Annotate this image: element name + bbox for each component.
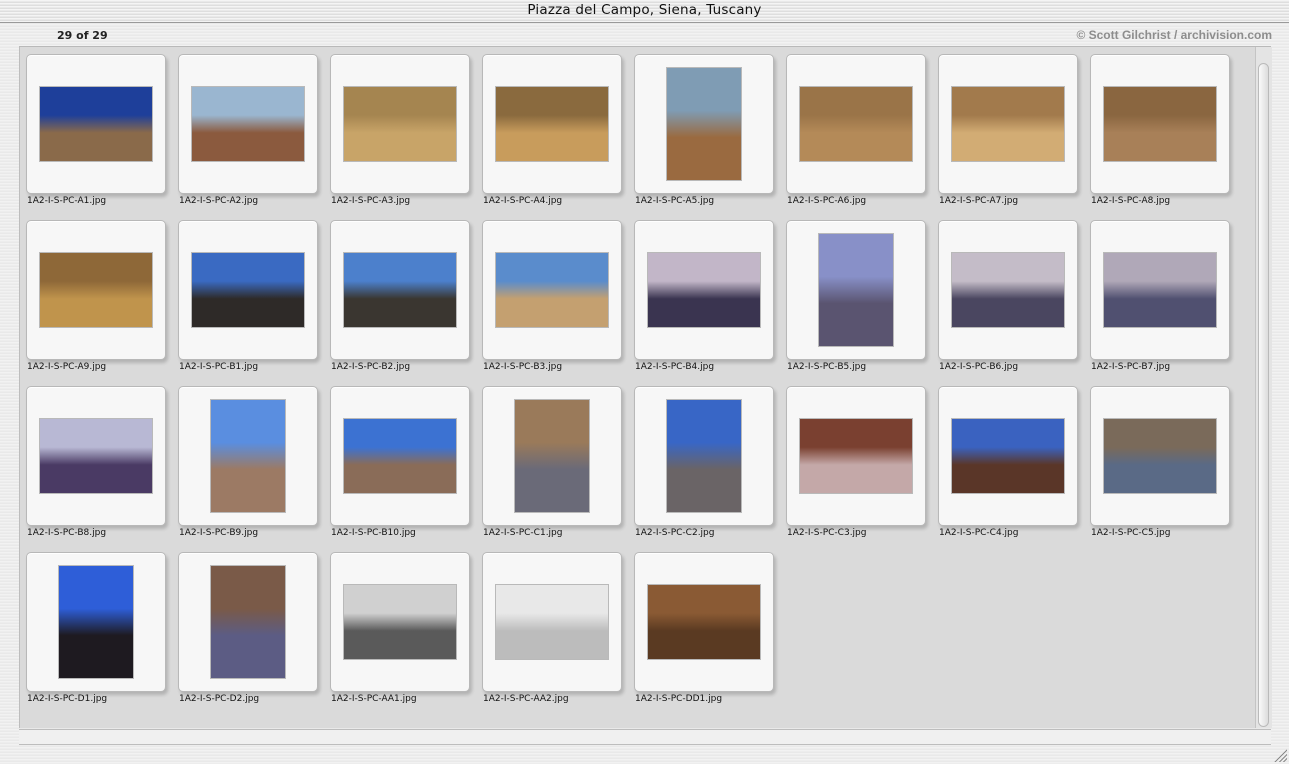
thumbnail-filename: 1A2-I-S-PC-A4.jpg xyxy=(483,196,563,206)
thumbnail-tile[interactable] xyxy=(178,54,318,194)
thumbnail-image[interactable] xyxy=(344,87,456,161)
thumbnail-tile[interactable] xyxy=(786,220,926,360)
thumbnail-tile[interactable] xyxy=(634,386,774,526)
thumbnail-filename: 1A2-I-S-PC-C2.jpg xyxy=(635,528,715,538)
scrollbar-thumb[interactable] xyxy=(1258,63,1269,727)
thumbnail-tile[interactable] xyxy=(26,386,166,526)
thumbnail-tile[interactable] xyxy=(938,386,1078,526)
thumbnail-filename: 1A2-I-S-PC-A5.jpg xyxy=(635,196,715,206)
thumbnail-image[interactable] xyxy=(211,566,285,678)
thumbnail-tile[interactable] xyxy=(786,386,926,526)
thumbnail-image[interactable] xyxy=(800,419,912,493)
thumbnail-image[interactable] xyxy=(648,585,760,659)
thumbnail-image[interactable] xyxy=(496,87,608,161)
thumbnail-tile[interactable] xyxy=(634,220,774,360)
thumbnail-image[interactable] xyxy=(800,87,912,161)
thumbnail-filename: 1A2-I-S-PC-B1.jpg xyxy=(179,362,259,372)
image-count: 29 of 29 xyxy=(57,29,108,42)
thumbnail-filename: 1A2-I-S-PC-DD1.jpg xyxy=(635,694,723,704)
thumbnail-filename: 1A2-I-S-PC-AA2.jpg xyxy=(483,694,569,704)
thumbnail-filename: 1A2-I-S-PC-A9.jpg xyxy=(27,362,107,372)
thumbnail-image[interactable] xyxy=(648,253,760,327)
thumbnail-filename: 1A2-I-S-PC-A2.jpg xyxy=(179,196,259,206)
title-bar[interactable]: Piazza del Campo, Siena, Tuscany xyxy=(0,0,1289,23)
thumbnail-tile[interactable] xyxy=(634,552,774,692)
thumbnail-tile[interactable] xyxy=(1090,386,1230,526)
thumbnail-image[interactable] xyxy=(1104,419,1216,493)
thumbnail-filename: 1A2-I-S-PC-B8.jpg xyxy=(27,528,107,538)
copyright-notice: © Scott Gilchrist / archivision.com xyxy=(1076,28,1272,42)
window-title: Piazza del Campo, Siena, Tuscany xyxy=(527,2,762,18)
thumbnail-tile[interactable] xyxy=(1090,220,1230,360)
thumbnail-filename: 1A2-I-S-PC-B9.jpg xyxy=(179,528,259,538)
thumbnail-image[interactable] xyxy=(59,566,133,678)
thumbnail-image[interactable] xyxy=(952,87,1064,161)
thumbnail-tile[interactable] xyxy=(938,220,1078,360)
thumbnail-filename: 1A2-I-S-PC-D2.jpg xyxy=(179,694,260,704)
thumbnail-filename: 1A2-I-S-PC-B5.jpg xyxy=(787,362,867,372)
thumbnail-tile[interactable] xyxy=(330,386,470,526)
thumbnail-image[interactable] xyxy=(496,585,608,659)
thumbnail-filename: 1A2-I-S-PC-B7.jpg xyxy=(1091,362,1171,372)
resize-grip-icon[interactable] xyxy=(1273,748,1287,762)
thumbnail-filename: 1A2-I-S-PC-A3.jpg xyxy=(331,196,411,206)
thumbnail-tile[interactable] xyxy=(178,220,318,360)
thumbnail-image[interactable] xyxy=(40,419,152,493)
thumbnail-filename: 1A2-I-S-PC-A8.jpg xyxy=(1091,196,1171,206)
thumbnail-image[interactable] xyxy=(192,87,304,161)
thumbnail-grid: 1A2-I-S-PC-A1.jpg 1A2-I-S-PC-A2.jpg 1A2-I-… xyxy=(19,47,1256,728)
thumbnail-filename: 1A2-I-S-PC-D1.jpg xyxy=(27,694,108,704)
thumbnail-image[interactable] xyxy=(344,253,456,327)
thumbnail-filename: 1A2-I-S-PC-AA1.jpg xyxy=(331,694,417,704)
app-window: Piazza del Campo, Siena, Tuscany 29 of 2… xyxy=(0,0,1289,764)
thumbnail-filename: 1A2-I-S-PC-C3.jpg xyxy=(787,528,867,538)
thumbnail-filename: 1A2-I-S-PC-B6.jpg xyxy=(939,362,1019,372)
thumbnail-tile[interactable] xyxy=(1090,54,1230,194)
horizontal-scrollbar[interactable] xyxy=(19,729,1271,745)
thumbnail-tile[interactable] xyxy=(938,54,1078,194)
thumbnail-image[interactable] xyxy=(667,400,741,512)
thumbnail-filename: 1A2-I-S-PC-B3.jpg xyxy=(483,362,563,372)
thumbnail-tile[interactable] xyxy=(330,54,470,194)
thumbnail-tile[interactable] xyxy=(26,552,166,692)
thumbnail-image[interactable] xyxy=(211,400,285,512)
thumbnail-tile[interactable] xyxy=(26,54,166,194)
thumbnail-tile[interactable] xyxy=(634,54,774,194)
thumbnail-image[interactable] xyxy=(819,234,893,346)
thumbnail-tile[interactable] xyxy=(178,386,318,526)
vertical-scrollbar[interactable] xyxy=(1255,47,1272,728)
thumbnail-image[interactable] xyxy=(192,253,304,327)
thumbnail-tile[interactable] xyxy=(26,220,166,360)
thumbnail-filename: 1A2-I-S-PC-C4.jpg xyxy=(939,528,1019,538)
thumbnail-tile[interactable] xyxy=(330,220,470,360)
thumbnail-image[interactable] xyxy=(952,253,1064,327)
thumbnail-image[interactable] xyxy=(1104,253,1216,327)
thumbnail-tile[interactable] xyxy=(482,54,622,194)
thumbnail-filename: 1A2-I-S-PC-A1.jpg xyxy=(27,196,107,206)
thumbnail-tile[interactable] xyxy=(482,220,622,360)
thumbnail-image[interactable] xyxy=(952,419,1064,493)
thumbnail-filename: 1A2-I-S-PC-A6.jpg xyxy=(787,196,867,206)
thumbnail-tile[interactable] xyxy=(482,552,622,692)
thumbnail-image[interactable] xyxy=(515,400,589,512)
thumbnail-filename: 1A2-I-S-PC-B4.jpg xyxy=(635,362,715,372)
thumbnail-image[interactable] xyxy=(344,419,456,493)
thumbnail-image[interactable] xyxy=(344,585,456,659)
thumbnail-image[interactable] xyxy=(40,253,152,327)
thumbnail-image[interactable] xyxy=(40,87,152,161)
thumbnail-filename: 1A2-I-S-PC-B2.jpg xyxy=(331,362,411,372)
thumbnail-filename: 1A2-I-S-PC-A7.jpg xyxy=(939,196,1019,206)
thumbnail-image[interactable] xyxy=(496,253,608,327)
thumbnail-tile[interactable] xyxy=(178,552,318,692)
thumbnail-tile[interactable] xyxy=(330,552,470,692)
thumbnail-image[interactable] xyxy=(667,68,741,180)
thumbnail-filename: 1A2-I-S-PC-C1.jpg xyxy=(483,528,563,538)
thumbnail-filename: 1A2-I-S-PC-C5.jpg xyxy=(1091,528,1171,538)
thumbnail-tile[interactable] xyxy=(786,54,926,194)
thumbnail-filename: 1A2-I-S-PC-B10.jpg xyxy=(331,528,416,538)
thumbnail-tile[interactable] xyxy=(482,386,622,526)
thumbnail-image[interactable] xyxy=(1104,87,1216,161)
